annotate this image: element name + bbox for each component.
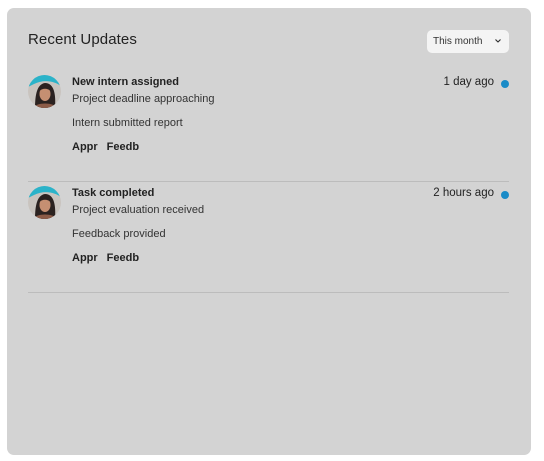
divider [28,292,509,293]
card-title: Recent Updates [28,31,137,48]
user-avatar[interactable] [28,186,61,219]
update-title: Task completed [72,187,155,199]
unread-indicator [501,80,509,88]
update-actions: Appr Feedb [72,252,139,264]
feedback-action[interactable]: Feedb [107,141,139,153]
update-detail: Project deadline approaching [72,93,215,105]
time-filter-value: This month [433,36,483,47]
update-item: Task completed Project evaluation receiv… [28,182,509,293]
update-actions: Appr Feedb [72,141,139,153]
update-detail: Intern submitted report [72,117,183,129]
approve-action[interactable]: Appr [72,141,98,153]
update-item: New intern assigned Project deadline app… [28,71,509,182]
chevron-down-icon [495,39,501,43]
unread-indicator [501,191,509,199]
update-timestamp: 2 hours ago [433,187,494,199]
update-title: New intern assigned [72,76,179,88]
user-avatar[interactable] [28,75,61,108]
update-timestamp: 1 day ago [443,76,494,88]
recent-updates-card: Recent Updates This month New intern ass… [7,8,531,455]
approve-action[interactable]: Appr [72,252,98,264]
update-detail: Feedback provided [72,228,166,240]
feedback-action[interactable]: Feedb [107,252,139,264]
time-filter-dropdown[interactable]: This month [427,30,509,53]
update-detail: Project evaluation received [72,204,205,216]
